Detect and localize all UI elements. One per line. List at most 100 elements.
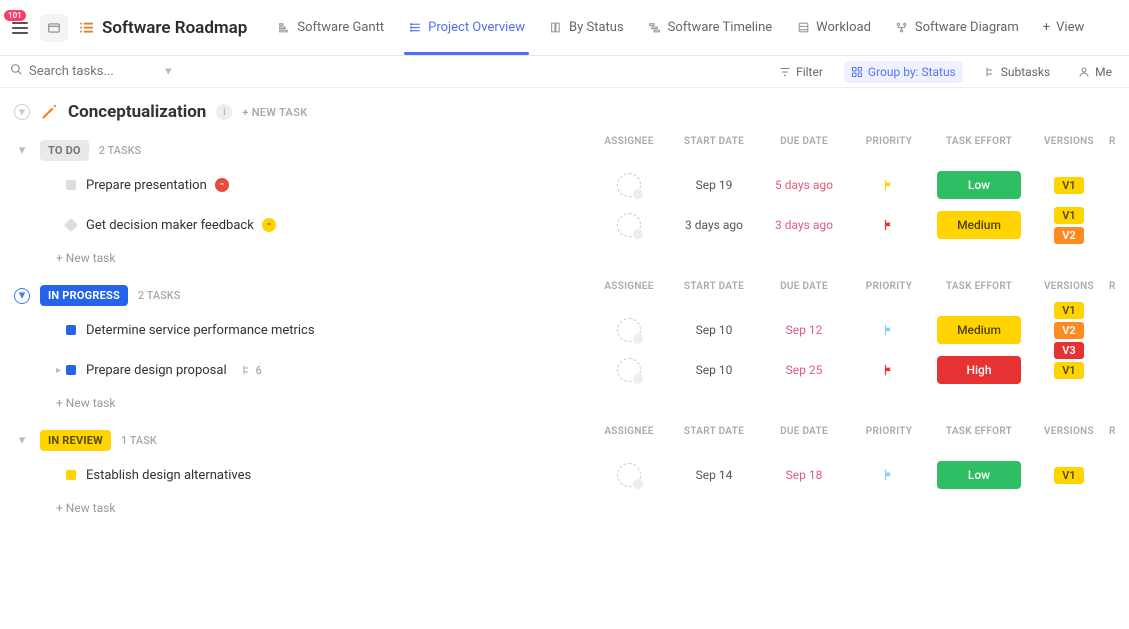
- effort-chip[interactable]: Medium: [937, 316, 1021, 344]
- group-collapse-toggle[interactable]: ▾: [14, 143, 30, 159]
- section-title: Conceptualization: [68, 102, 206, 122]
- version-chip[interactable]: V1: [1054, 467, 1083, 484]
- filter-icon: [779, 66, 791, 78]
- task-row[interactable]: Determine service performance metrics Sep…: [0, 310, 1129, 350]
- version-chip[interactable]: V2: [1054, 322, 1083, 339]
- add-view-label: View: [1056, 20, 1084, 35]
- group-collapse-toggle[interactable]: ▾: [14, 288, 30, 304]
- task-status-square[interactable]: [64, 218, 78, 232]
- task-cells: 3 days ago3 days ago Medium V1 V2: [589, 205, 1129, 245]
- new-task-row[interactable]: + New task: [0, 390, 1129, 416]
- task-status-square[interactable]: [66, 325, 76, 335]
- tab-label: Workload: [816, 20, 871, 35]
- group-count: 2 TASKS: [138, 289, 181, 302]
- col-versions: VERSIONS: [1029, 426, 1109, 437]
- assignee-empty[interactable]: [617, 318, 641, 342]
- col-assignee: ASSIGNEE: [589, 426, 669, 437]
- task-row[interactable]: Get decision maker feedback−3 days ago3 …: [0, 205, 1129, 245]
- due-date[interactable]: 5 days ago: [759, 178, 849, 192]
- assignee-empty[interactable]: [617, 463, 641, 487]
- version-chip[interactable]: V1: [1054, 302, 1083, 319]
- due-date[interactable]: 3 days ago: [759, 218, 849, 232]
- group-header-progress: ▾IN PROGRESS2 TASKSASSIGNEESTART DATEDUE…: [0, 271, 1129, 310]
- tab-label: Software Gantt: [297, 20, 384, 35]
- group-button[interactable]: Group by: Status: [844, 61, 963, 83]
- me-label: Me: [1095, 65, 1112, 79]
- version-chip[interactable]: V1: [1054, 362, 1083, 379]
- subtasks-icon: [984, 66, 996, 78]
- assignee-empty[interactable]: [617, 213, 641, 237]
- priority-flag-icon[interactable]: [882, 218, 896, 232]
- due-date[interactable]: Sep 12: [759, 323, 849, 337]
- status-pill[interactable]: IN PROGRESS: [40, 285, 128, 306]
- start-date[interactable]: Sep 10: [669, 363, 759, 377]
- menu-button[interactable]: 101: [8, 16, 32, 40]
- due-date[interactable]: Sep 18: [759, 468, 849, 482]
- tab-label: By Status: [569, 20, 624, 35]
- tab-project-overview[interactable]: Project Overview: [396, 0, 537, 55]
- col-extra: R: [1109, 281, 1129, 292]
- priority-flag-icon[interactable]: [882, 468, 896, 482]
- priority-flag-icon[interactable]: [882, 323, 896, 337]
- info-icon[interactable]: i: [216, 104, 232, 120]
- task-title[interactable]: Determine service performance metrics: [86, 323, 315, 338]
- section-new-task[interactable]: + NEW TASK: [242, 106, 307, 119]
- tab-software-gantt[interactable]: Software Gantt: [265, 0, 396, 55]
- effort-chip[interactable]: High: [937, 356, 1021, 384]
- task-title[interactable]: Prepare presentation: [86, 178, 207, 193]
- new-task-row[interactable]: + New task: [0, 245, 1129, 271]
- task-title[interactable]: Prepare design proposal: [86, 363, 227, 378]
- due-date[interactable]: Sep 25: [759, 363, 849, 377]
- search-icon: [10, 63, 23, 80]
- group-count: 2 TASKS: [99, 144, 142, 157]
- task-title[interactable]: Get decision maker feedback: [86, 218, 254, 233]
- tab-software-diagram[interactable]: Software Diagram: [883, 0, 1031, 55]
- start-date[interactable]: Sep 10: [669, 323, 759, 337]
- me-button[interactable]: Me: [1071, 61, 1119, 83]
- section-collapse-toggle[interactable]: ▾: [14, 104, 30, 120]
- add-view-button[interactable]: + View: [1031, 20, 1097, 35]
- task-status-square[interactable]: [66, 180, 76, 190]
- assignee-empty[interactable]: [617, 358, 641, 382]
- new-task-row[interactable]: + New task: [0, 495, 1129, 521]
- task-title[interactable]: Establish design alternatives: [86, 468, 251, 483]
- col-extra: R: [1109, 426, 1129, 437]
- start-date[interactable]: Sep 19: [669, 178, 759, 192]
- status-pill[interactable]: IN REVIEW: [40, 430, 111, 451]
- status-pill[interactable]: TO DO: [40, 140, 89, 161]
- task-row[interactable]: ▸ Prepare design proposal 6 Sep 10Sep 25 Hig…: [0, 350, 1129, 390]
- priority-flag-icon[interactable]: [882, 178, 896, 192]
- task-row[interactable]: Prepare presentation− Sep 195 days ago Low…: [0, 165, 1129, 205]
- assignee-empty[interactable]: [617, 173, 641, 197]
- chevron-down-icon[interactable]: ▾: [165, 64, 172, 79]
- version-chip[interactable]: V1: [1054, 177, 1083, 194]
- priority-flag-icon[interactable]: [882, 363, 896, 377]
- task-tag-dot: −: [215, 178, 229, 192]
- effort-chip[interactable]: Low: [937, 171, 1021, 199]
- task-row[interactable]: Establish design alternatives Sep 14Sep 1…: [0, 455, 1129, 495]
- start-date[interactable]: Sep 14: [669, 468, 759, 482]
- filter-button[interactable]: Filter: [772, 61, 830, 83]
- expand-toggle[interactable]: ▸: [56, 365, 66, 376]
- task-status-square[interactable]: [66, 365, 76, 375]
- tab-label: Software Timeline: [668, 20, 773, 35]
- start-date[interactable]: 3 days ago: [669, 218, 759, 232]
- subtask-indicator[interactable]: 6: [241, 364, 262, 377]
- tab-by-status[interactable]: By Status: [537, 0, 636, 55]
- effort-chip[interactable]: Medium: [937, 211, 1021, 239]
- group-collapse-toggle[interactable]: ▾: [14, 433, 30, 449]
- tab-icon: [648, 21, 662, 35]
- tab-icon: [549, 21, 563, 35]
- subtasks-button[interactable]: Subtasks: [977, 61, 1057, 83]
- tab-workload[interactable]: Workload: [784, 0, 883, 55]
- breadcrumb-collapse[interactable]: [40, 14, 68, 42]
- filter-label: Filter: [796, 65, 823, 79]
- version-chip[interactable]: V1: [1054, 207, 1083, 224]
- effort-chip[interactable]: Low: [937, 461, 1021, 489]
- search-input[interactable]: [29, 64, 159, 79]
- version-chip[interactable]: V2: [1054, 227, 1083, 244]
- col-versions: VERSIONS: [1029, 281, 1109, 292]
- tab-software-timeline[interactable]: Software Timeline: [636, 0, 785, 55]
- toolbar: ▾ Filter Group by: Status Subtasks Me: [0, 56, 1129, 88]
- task-status-square[interactable]: [66, 470, 76, 480]
